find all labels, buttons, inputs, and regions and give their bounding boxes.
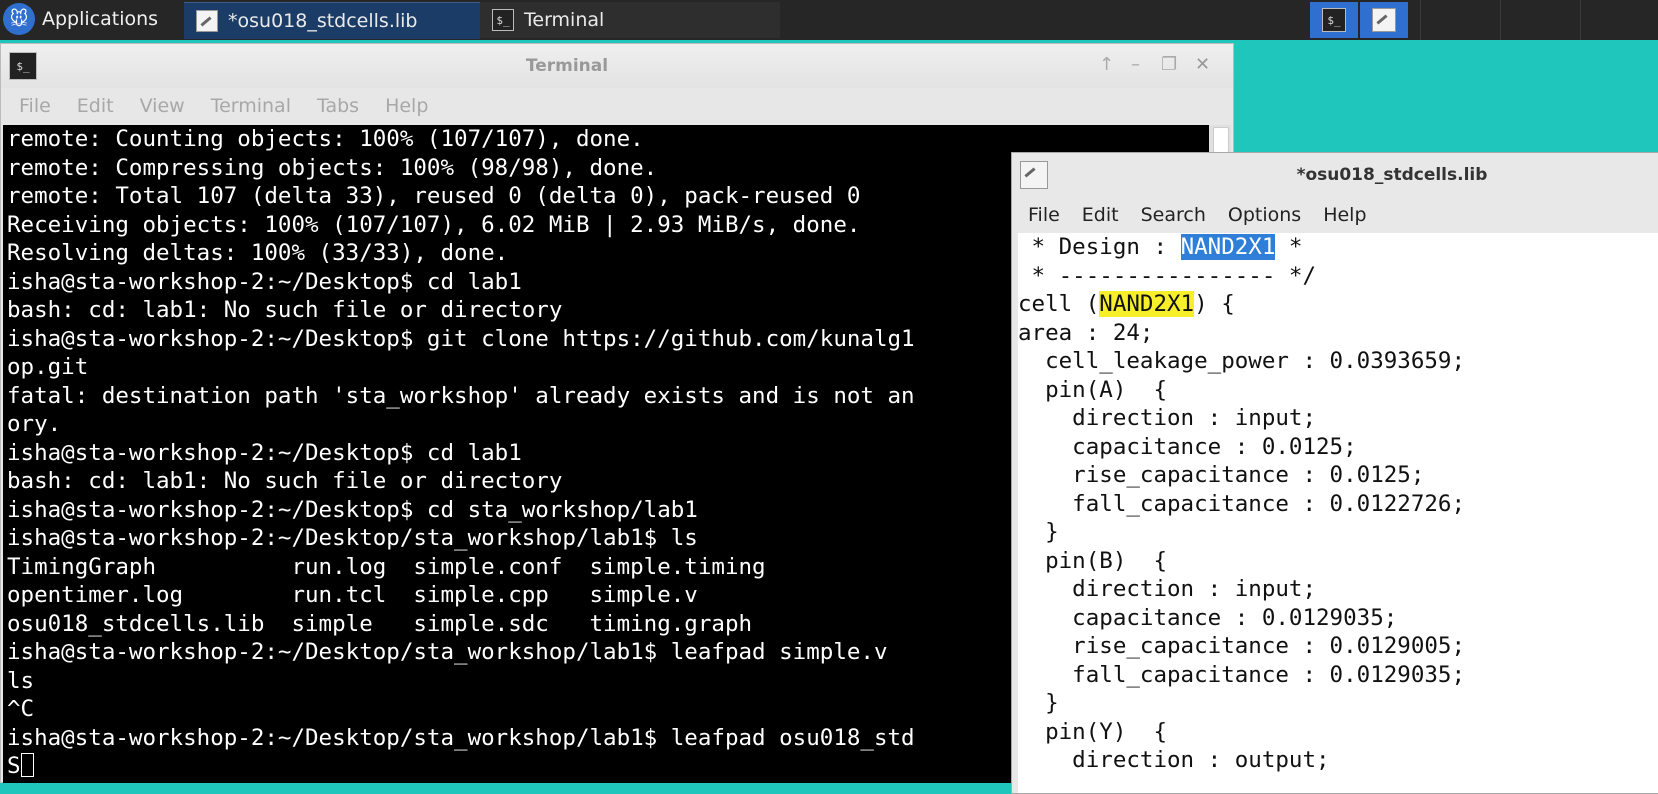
editor-line: direction : output; (1018, 747, 1330, 773)
terminal-input-text: S (7, 753, 21, 779)
taskbar-item-label: *osu018_stdcells.lib (228, 10, 418, 32)
shade-icon[interactable]: ↑ (1099, 54, 1114, 75)
menu-edit[interactable]: Edit (77, 95, 114, 117)
editor-window: *osu018_stdcells.lib File Edit Search Op… (1011, 152, 1658, 794)
editor-text: * (1275, 234, 1303, 260)
editor-text: * Design : (1018, 234, 1181, 260)
applications-label: Applications (42, 8, 159, 30)
top-panel: 🐭 Applications *osu018_stdcells.lib $_ T… (0, 0, 1658, 40)
scrollbar-thumb[interactable] (1213, 127, 1229, 153)
window-title: Terminal (525, 56, 609, 76)
editor-titlebar[interactable]: *osu018_stdcells.lib (1012, 153, 1658, 197)
editor-line: fall_capacitance : 0.0129035; (1018, 661, 1466, 688)
editor-line: * Design : NAND2X1 * (1018, 233, 1658, 262)
terminal-cursor (20, 752, 34, 777)
editor-text: cell ( (1018, 291, 1100, 317)
editor-line: pin(B) { (1018, 547, 1168, 574)
menu-view[interactable]: View (140, 95, 185, 117)
editor-line: area : 24; (1018, 319, 1154, 346)
editor-line: } (1018, 519, 1059, 545)
window-title: *osu018_stdcells.lib (1296, 165, 1488, 185)
panel-separator (1500, 0, 1501, 40)
menu-file[interactable]: File (1028, 204, 1060, 226)
editor-text-area[interactable]: * Design : NAND2X1 * * ---------------- … (1018, 233, 1658, 793)
selected-text: NAND2X1 (1180, 234, 1276, 260)
menu-help[interactable]: Help (1323, 204, 1366, 226)
menu-options[interactable]: Options (1228, 204, 1301, 226)
editor-line: cell (NAND2X1) { (1018, 290, 1658, 319)
editor-line: direction : input; (1018, 405, 1317, 431)
editor-line: pin(A) { (1018, 376, 1168, 403)
terminal-icon: $_ (492, 9, 514, 31)
editor-line: * ---------------- */ (1018, 262, 1317, 289)
menu-search[interactable]: Search (1141, 204, 1206, 226)
editor-line: } (1018, 690, 1059, 716)
panel-separator (1580, 0, 1581, 40)
minimize-icon[interactable]: – (1131, 54, 1140, 75)
applications-menu[interactable]: 🐭 Applications (0, 0, 158, 38)
maximize-icon[interactable]: ❐ (1161, 54, 1177, 75)
taskbar-item-terminal[interactable]: $_ Terminal (480, 2, 780, 38)
editor-line: fall_capacitance : 0.0122726; (1018, 490, 1466, 517)
editor-line: pin(Y) { (1018, 718, 1168, 745)
workspace-editor-button[interactable] (1360, 2, 1408, 38)
menu-terminal[interactable]: Terminal (211, 95, 291, 117)
editor-line: rise_capacitance : 0.0125; (1018, 462, 1425, 488)
taskbar-item-editor[interactable]: *osu018_stdcells.lib (184, 2, 480, 39)
menu-help[interactable]: Help (385, 95, 428, 117)
workspace-terminal-button[interactable]: $_ (1310, 2, 1358, 38)
menu-file[interactable]: File (19, 95, 51, 117)
close-icon[interactable]: ✕ (1195, 54, 1210, 75)
terminal-line: remote: Counting objects: 100% (107/107)… (7, 126, 644, 152)
editor-line: rise_capacitance : 0.0129005; (1018, 633, 1466, 659)
editor-text: ) { (1194, 291, 1235, 317)
xfce-logo-icon: 🐭 (0, 0, 38, 38)
terminal-titlebar[interactable]: $_ Terminal ↑ – ❐ ✕ (1, 44, 1233, 88)
terminal-menubar: File Edit View Terminal Tabs Help (1, 88, 1233, 124)
workspace-switcher: $_ (1310, 2, 1410, 38)
terminal-icon: $_ (1322, 8, 1346, 32)
editor-line: direction : input; (1018, 576, 1317, 602)
text-editor-icon (1020, 161, 1048, 189)
highlighted-match: NAND2X1 (1099, 291, 1195, 317)
editor-line: capacitance : 0.0129035; (1018, 604, 1398, 631)
menu-edit[interactable]: Edit (1082, 204, 1119, 226)
editor-line: capacitance : 0.0125; (1018, 433, 1357, 460)
editor-menubar: File Edit Search Options Help (1012, 197, 1658, 233)
panel-separator (1420, 0, 1421, 40)
text-editor-icon (196, 10, 218, 32)
text-editor-icon (1372, 8, 1396, 32)
editor-line: cell_leakage_power : 0.0393659; (1018, 348, 1466, 374)
menu-tabs[interactable]: Tabs (317, 95, 359, 117)
taskbar-item-label: Terminal (524, 9, 605, 31)
